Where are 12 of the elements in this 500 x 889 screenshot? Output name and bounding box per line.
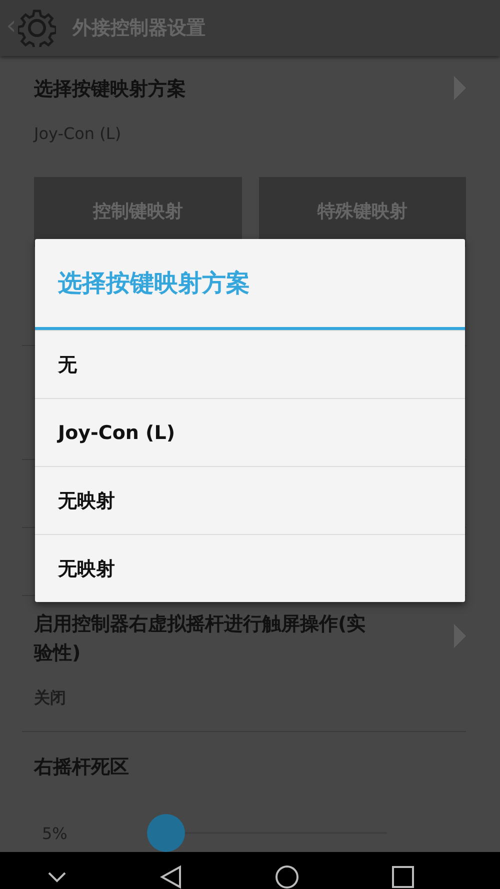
dialog-option[interactable]: Joy-Con (L) xyxy=(35,398,465,466)
dialog-title: 选择按键映射方案 xyxy=(35,239,465,330)
home-icon[interactable] xyxy=(274,865,298,889)
slider-thumb[interactable] xyxy=(146,814,185,852)
recents-icon[interactable] xyxy=(392,866,414,888)
back-button[interactable]: ‹ xyxy=(0,11,18,45)
back-icon[interactable] xyxy=(160,865,182,889)
gear-icon xyxy=(18,9,56,47)
dialog-option[interactable]: 无映射 xyxy=(35,466,465,534)
chevron-down-icon[interactable] xyxy=(46,871,66,883)
dialog-option[interactable]: 无 xyxy=(35,330,465,398)
dialog-option[interactable]: 无映射 xyxy=(35,534,465,602)
